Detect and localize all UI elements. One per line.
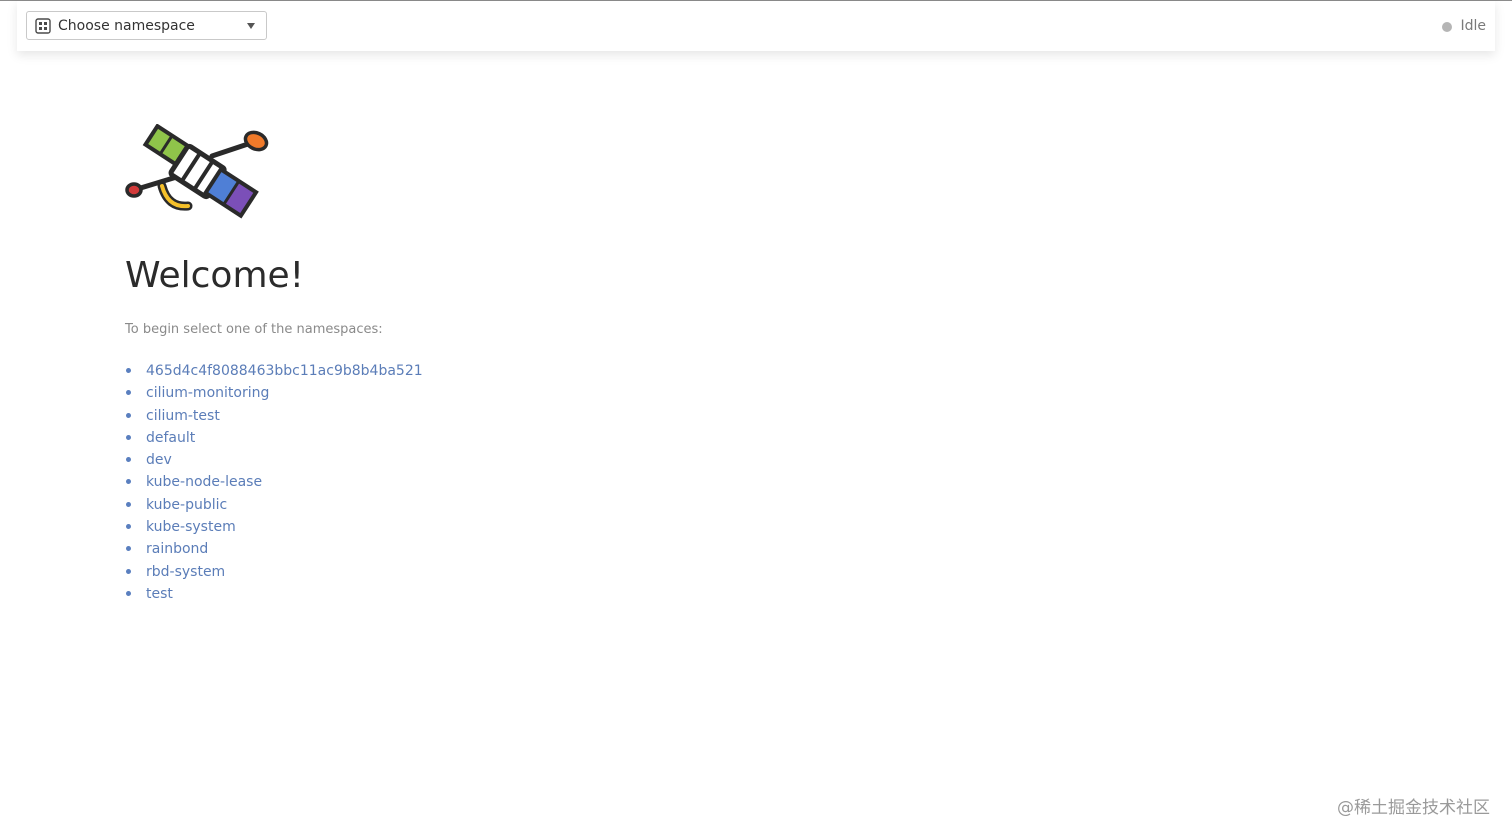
list-item: kube-public [125,494,423,516]
list-item: test [125,583,423,605]
list-item: cilium-test [125,405,423,427]
namespace-link[interactable]: rbd-system [146,564,225,580]
list-item: dev [125,449,423,471]
list-item: 465d4c4f8088463bbc11ac9b8b4ba521 [125,360,423,382]
page-subtitle: To begin select one of the namespaces: [125,322,383,337]
namespace-link[interactable]: dev [146,452,172,468]
bullet-icon [126,524,131,530]
bullet-icon [126,434,131,440]
page-title: Welcome! [125,255,305,296]
bullet-icon [126,590,131,596]
list-item: rbd-system [125,561,423,583]
namespace-icon [35,18,51,34]
namespace-list: 465d4c4f8088463bbc11ac9b8b4ba521 cilium-m… [125,360,423,605]
top-bar: Choose namespace Idle [17,1,1495,51]
namespace-link[interactable]: test [146,586,173,602]
bullet-icon [126,412,131,418]
list-item: kube-system [125,516,423,538]
namespace-link[interactable]: default [146,430,195,446]
bullet-icon [126,368,131,373]
bullet-icon [126,457,131,463]
status-label: Idle [1460,18,1486,34]
namespace-link[interactable]: kube-public [146,497,227,513]
namespace-select-label: Choose namespace [58,18,195,34]
bullet-icon [126,390,131,396]
chevron-down-icon [247,23,255,29]
namespace-link[interactable]: kube-node-lease [146,474,262,490]
bullet-icon [126,568,131,574]
namespace-link[interactable]: rainbond [146,541,208,557]
connection-status: Idle [1442,18,1486,35]
watermark: @稀土掘金技术社区 [1337,798,1490,818]
namespace-link[interactable]: 465d4c4f8088463bbc11ac9b8b4ba521 [146,363,423,379]
list-item: cilium-monitoring [125,382,423,404]
namespace-select[interactable]: Choose namespace [26,11,267,40]
satellite-logo [125,124,269,219]
bullet-icon [126,479,131,485]
status-dot-icon [1442,21,1453,32]
list-item: default [125,427,423,449]
namespace-link[interactable]: kube-system [146,519,236,535]
list-item: kube-node-lease [125,471,423,493]
namespace-link[interactable]: cilium-test [146,408,220,424]
bullet-icon [126,501,131,507]
list-item: rainbond [125,538,423,560]
bullet-icon [126,546,131,552]
namespace-link[interactable]: cilium-monitoring [146,385,269,401]
